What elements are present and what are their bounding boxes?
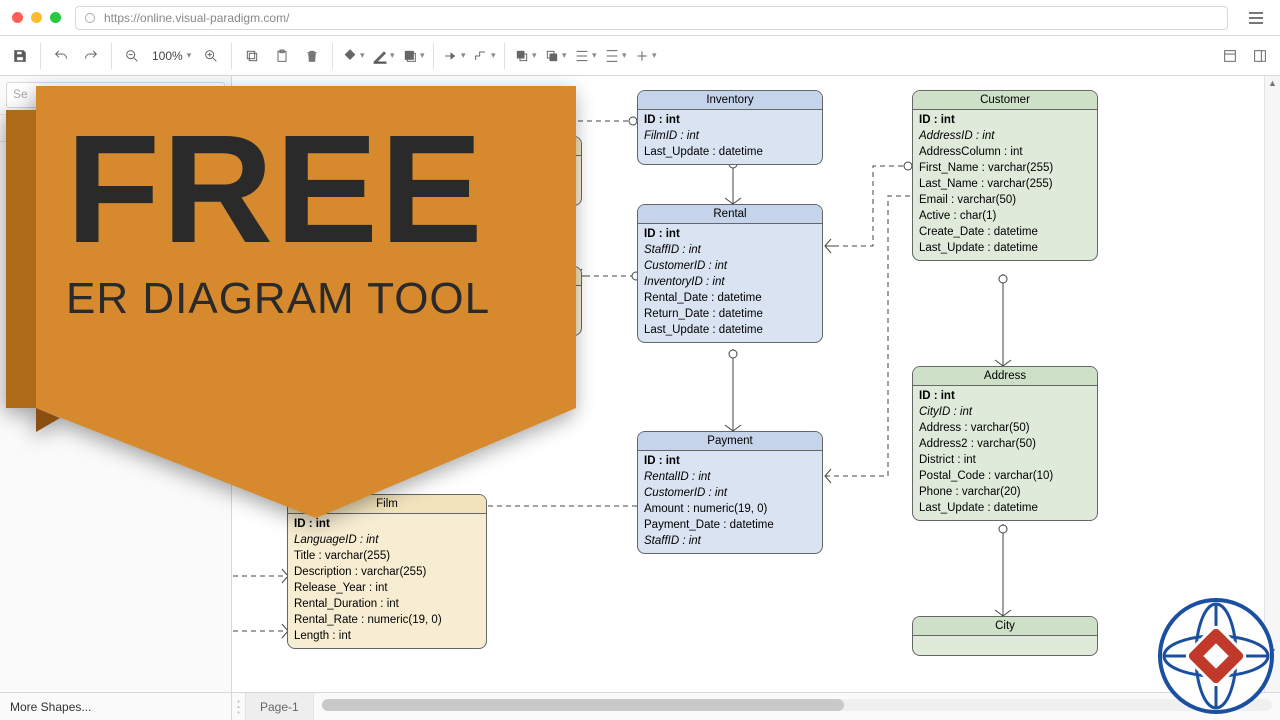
entity-city[interactable]: City <box>912 616 1098 656</box>
app-window: https://online.visual-paradigm.com/ 100% <box>0 0 1280 720</box>
workspace: Se ▼ En <box>0 76 1280 692</box>
panel-header[interactable]: ▼ En <box>0 114 231 142</box>
toolbar: 100% <box>0 36 1280 76</box>
canvas[interactable]: Inventory ID : intFilmID : intLast_Updat… <box>232 76 1264 692</box>
entity-payment[interactable]: Payment ID : intRentalID : intCustomerID… <box>637 431 823 554</box>
menu-icon[interactable] <box>1244 6 1268 30</box>
distribute-icon[interactable] <box>601 42 629 70</box>
entity-attrs: ID : intCityID : intAddress : varchar(50… <box>913 386 1097 520</box>
shapes-sidebar: Se ▼ En <box>0 76 232 692</box>
zoom-in-icon[interactable] <box>197 42 225 70</box>
minimize-dot-icon[interactable] <box>31 12 42 23</box>
entity-hidden[interactable] <box>362 266 582 336</box>
connector-style-icon[interactable] <box>470 42 498 70</box>
shape-palette <box>0 142 231 194</box>
page-tabs: ⋮ Page-1 <box>232 693 314 720</box>
copy-icon[interactable] <box>238 42 266 70</box>
bottom-bar: More Shapes... ⋮ Page-1 <box>0 692 1280 720</box>
entity-title: Film <box>288 495 486 514</box>
page-tab[interactable]: Page-1 <box>246 693 314 720</box>
entity-shape-icon[interactable] <box>10 150 28 164</box>
browser-chrome: https://online.visual-paradigm.com/ <box>0 0 1280 36</box>
close-dot-icon[interactable] <box>12 12 23 23</box>
paste-icon[interactable] <box>268 42 296 70</box>
horizontal-scrollbar[interactable] <box>322 699 1272 711</box>
fill-color-icon[interactable] <box>339 42 367 70</box>
entity-hidden[interactable] <box>362 136 582 206</box>
format-panel-icon[interactable] <box>1216 42 1244 70</box>
url-text: https://online.visual-paradigm.com/ <box>104 11 289 25</box>
undo-icon[interactable] <box>47 42 75 70</box>
outline-panel-icon[interactable] <box>1246 42 1274 70</box>
redo-icon[interactable] <box>77 42 105 70</box>
connector-end-icon[interactable] <box>440 42 468 70</box>
entity-address[interactable]: Address ID : intCityID : intAddress : va… <box>912 366 1098 521</box>
entity-film[interactable]: Film ID : intLanguageID : intTitle : var… <box>287 494 487 649</box>
entity-customer[interactable]: Customer ID : intAddressID : intAddressC… <box>912 90 1098 261</box>
grip-icon[interactable]: ⋮ <box>232 693 246 720</box>
address-bar[interactable]: https://online.visual-paradigm.com/ <box>75 6 1228 30</box>
entity-title: City <box>913 617 1097 636</box>
globe-icon <box>84 12 96 24</box>
save-icon[interactable] <box>6 42 34 70</box>
line-color-icon[interactable] <box>369 42 397 70</box>
entity-title: Address <box>913 367 1097 386</box>
to-front-icon[interactable] <box>511 42 539 70</box>
entity-attrs: ID : intAddressID : intAddressColumn : i… <box>913 110 1097 260</box>
maximize-dot-icon[interactable] <box>50 12 61 23</box>
entity-title: Customer <box>913 91 1097 110</box>
entity-attrs: ID : intFilmID : intLast_Update : dateti… <box>638 110 822 164</box>
entity-title: Inventory <box>638 91 822 110</box>
zoom-level[interactable]: 100% <box>148 49 195 63</box>
align-icon[interactable] <box>571 42 599 70</box>
entity-rental[interactable]: Rental ID : intStaffID : intCustomerID :… <box>637 204 823 343</box>
entity-shape-icon[interactable] <box>10 172 28 186</box>
entity-title: Payment <box>638 432 822 451</box>
search-input[interactable]: Se <box>6 82 225 108</box>
entity-attrs: ID : intLanguageID : intTitle : varchar(… <box>288 514 486 648</box>
entity-inventory[interactable]: Inventory ID : intFilmID : intLast_Updat… <box>637 90 823 165</box>
entity-title: Rental <box>638 205 822 224</box>
zoom-out-icon[interactable] <box>118 42 146 70</box>
delete-icon[interactable] <box>298 42 326 70</box>
entity-attrs: ID : intRentalID : intCustomerID : intAm… <box>638 451 822 553</box>
add-icon[interactable] <box>631 42 659 70</box>
to-back-icon[interactable] <box>541 42 569 70</box>
entity-attrs: ID : intStaffID : intCustomerID : intInv… <box>638 224 822 342</box>
more-shapes-button[interactable]: More Shapes... <box>0 693 232 720</box>
shadow-icon[interactable] <box>399 42 427 70</box>
brand-logo-icon <box>1156 596 1276 716</box>
